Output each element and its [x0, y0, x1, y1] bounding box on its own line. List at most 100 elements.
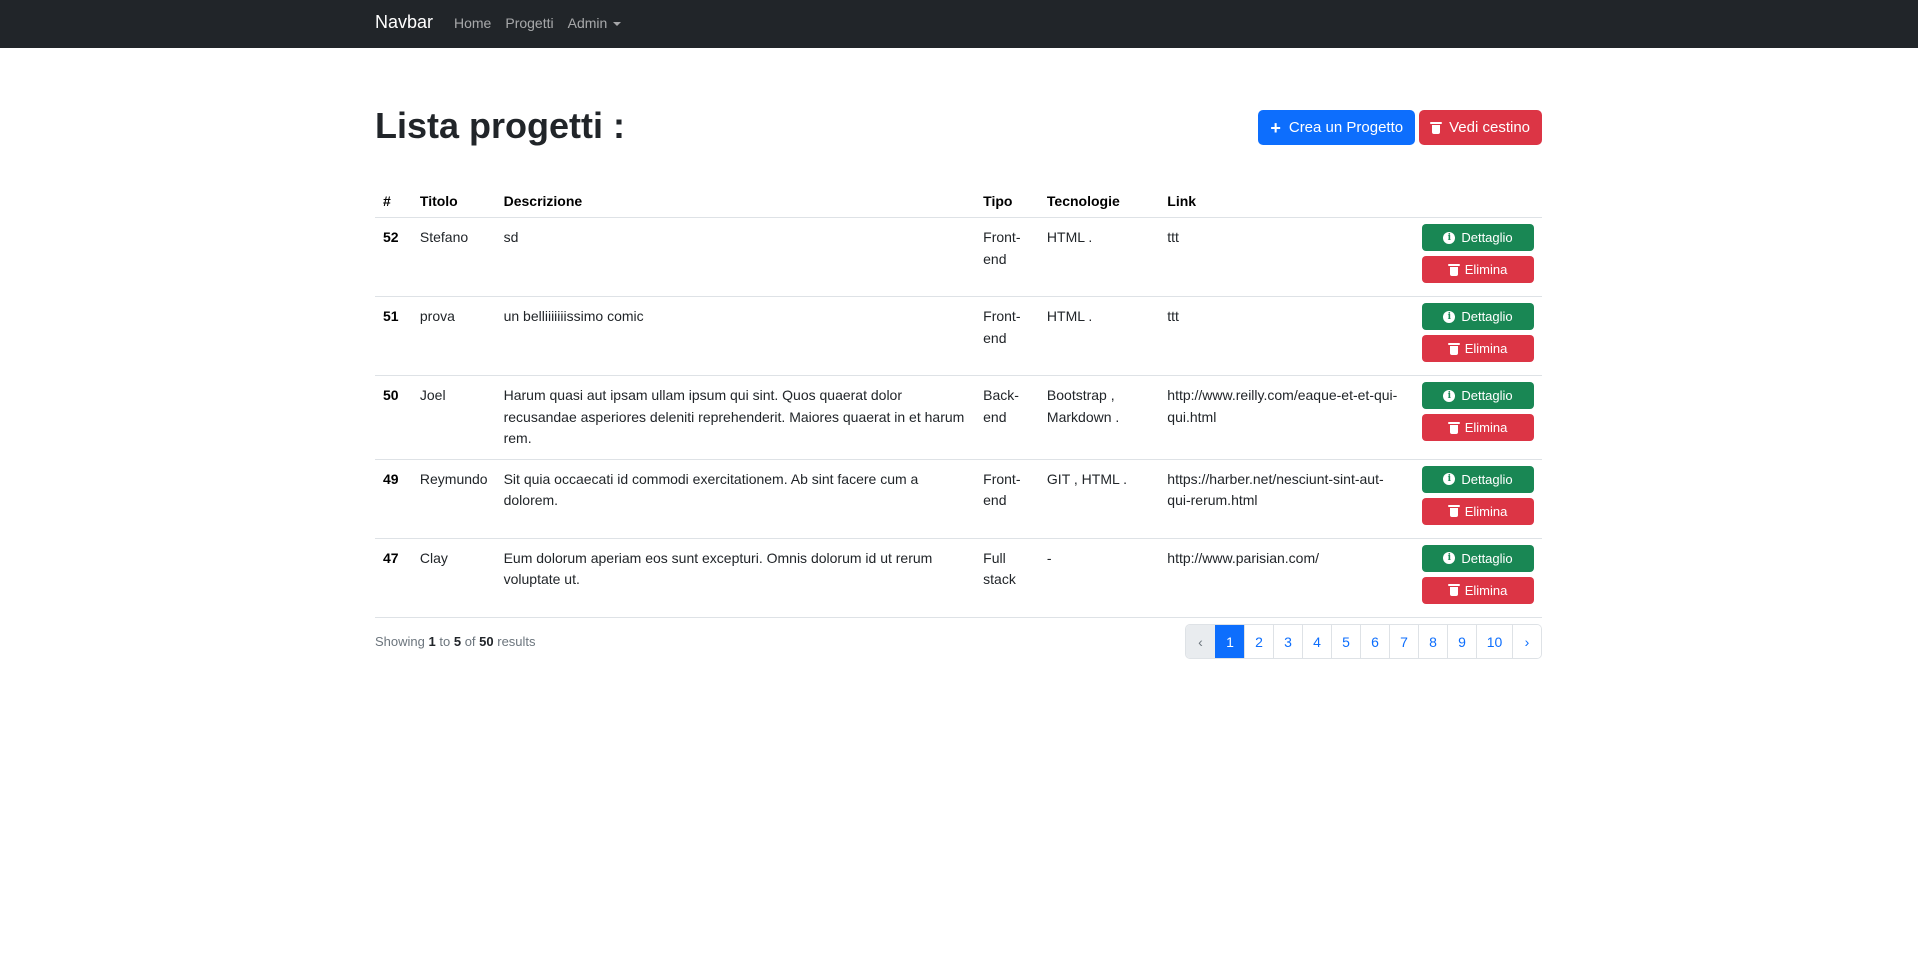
cell-actions: i Dettaglio Elimina: [1414, 296, 1542, 376]
cell-link: ttt: [1159, 217, 1414, 297]
cell-actions: i Dettaglio Elimina: [1414, 459, 1542, 539]
delete-button[interactable]: Elimina: [1422, 414, 1534, 441]
cell-tipo: Front-end: [975, 459, 1039, 539]
create-project-button[interactable]: + Crea un Progetto: [1258, 110, 1416, 145]
detail-label: Dettaglio: [1461, 550, 1513, 566]
pagination-prev[interactable]: ‹: [1186, 625, 1215, 658]
cell-tipo: Front-end: [975, 296, 1039, 376]
results-total: 50: [479, 634, 494, 649]
cell-link: ttt: [1159, 296, 1414, 376]
create-project-label: Crea un Progetto: [1288, 119, 1404, 136]
detail-button[interactable]: i Dettaglio: [1422, 544, 1534, 572]
detail-label: Dettaglio: [1461, 309, 1513, 324]
page-title: Lista progetti :: [375, 105, 625, 146]
pagination-page[interactable]: 9: [1447, 625, 1476, 658]
trash-icon: [1447, 421, 1460, 434]
cell-titolo: Stefano: [411, 217, 496, 297]
cell-actions: i Dettaglio Elimina: [1414, 217, 1542, 297]
cell-titolo: Joel: [411, 375, 496, 460]
pagination-page[interactable]: 10: [1476, 625, 1512, 658]
header-titolo: Titolo: [411, 181, 496, 218]
cell-descrizione: sd: [495, 217, 976, 297]
detail-label: Dettaglio: [1461, 230, 1513, 245]
table-row: 47 Clay Eum dolorum aperiam eos sunt exc…: [375, 538, 1542, 618]
cell-id: 47: [375, 538, 412, 618]
nav-dropdown-admin[interactable]: Admin: [568, 15, 622, 31]
cell-actions: i Dettaglio Elimina: [1414, 538, 1542, 618]
view-trash-button[interactable]: Vedi cestino: [1419, 110, 1542, 145]
delete-button[interactable]: Elimina: [1422, 335, 1534, 362]
pagination-page[interactable]: 7: [1389, 625, 1418, 658]
nav-links: Home Progetti Admin: [454, 15, 622, 31]
navbar-brand[interactable]: Navbar: [375, 12, 433, 33]
cell-tecnologie: HTML .: [1038, 217, 1160, 297]
pagination-page[interactable]: 8: [1418, 625, 1447, 658]
top-actions: + Crea un Progetto Vedi cestino: [1258, 110, 1542, 145]
cell-titolo: prova: [411, 296, 496, 376]
pagination-page[interactable]: 4: [1302, 625, 1331, 658]
header-id: #: [375, 181, 412, 218]
table-row: 51 prova un belliiiiiiissimo comic Front…: [375, 296, 1542, 376]
cell-tecnologie: HTML .: [1038, 296, 1160, 376]
info-circle-icon: i: [1443, 473, 1456, 485]
view-trash-label: Vedi cestino: [1449, 119, 1530, 136]
detail-label: Dettaglio: [1461, 388, 1513, 403]
cell-id: 49: [375, 459, 412, 539]
pagination-page[interactable]: 6: [1360, 625, 1389, 658]
trash-icon: [1430, 121, 1443, 134]
plus-icon: +: [1270, 117, 1281, 138]
pagination: ‹ 1 2 3 4 5 6 7 8 9 10 ›: [1185, 624, 1542, 659]
info-circle-icon: i: [1443, 389, 1456, 402]
trash-icon: [1447, 584, 1460, 596]
cell-id: 51: [375, 296, 412, 376]
nav-link-progetti[interactable]: Progetti: [505, 15, 553, 31]
header-descrizione: Descrizione: [495, 181, 976, 218]
cell-tecnologie: GIT , HTML .: [1038, 459, 1160, 539]
pagination-page[interactable]: 3: [1273, 625, 1302, 658]
header-tipo: Tipo: [975, 181, 1039, 218]
projects-table: # Titolo Descrizione Tipo Tecnologie Lin…: [375, 181, 1542, 618]
cell-tipo: Full stack: [975, 538, 1039, 618]
pagination-next[interactable]: ›: [1512, 625, 1541, 658]
navbar: Navbar Home Progetti Admin: [0, 0, 1918, 48]
cell-id: 52: [375, 217, 412, 297]
cell-titolo: Clay: [411, 538, 496, 618]
table-header-row: # Titolo Descrizione Tipo Tecnologie Lin…: [375, 181, 1542, 218]
cell-descrizione: un belliiiiiiissimo comic: [495, 296, 976, 376]
header-link: Link: [1159, 181, 1414, 218]
results-to: 5: [453, 634, 462, 649]
pagination-page[interactable]: 5: [1331, 625, 1360, 658]
cell-actions: i Dettaglio Elimina: [1414, 375, 1542, 460]
cell-link: https://harber.net/nesciunt-sint-aut-qui…: [1159, 459, 1414, 539]
trash-icon: [1447, 505, 1460, 517]
pagination-page[interactable]: 2: [1244, 625, 1273, 658]
cell-descrizione: Eum dolorum aperiam eos sunt excepturi. …: [495, 538, 976, 618]
table-row: 50 Joel Harum quasi aut ipsam ullam ipsu…: [375, 375, 1542, 460]
results-of-word: of: [464, 634, 476, 649]
cell-link: http://www.parisian.com/: [1159, 538, 1414, 618]
trash-icon: [1447, 263, 1460, 276]
detail-button[interactable]: i Dettaglio: [1422, 224, 1534, 251]
delete-button[interactable]: Elimina: [1422, 256, 1534, 283]
delete-button[interactable]: Elimina: [1422, 576, 1534, 604]
cell-tecnologie: -: [1038, 538, 1160, 618]
delete-label: Elimina: [1464, 341, 1508, 356]
cell-descrizione: Sit quia occaecati id commodi exercitati…: [495, 459, 976, 539]
results-to-word: to: [439, 634, 451, 649]
detail-button[interactable]: i Dettaglio: [1422, 465, 1534, 493]
table-row: 52 Stefano sd Front-end HTML . ttt i Dett…: [375, 217, 1542, 297]
cell-tipo: Front-end: [975, 217, 1039, 297]
header-tecnologie: Tecnologie: [1038, 181, 1160, 218]
info-circle-icon: i: [1443, 552, 1456, 564]
detail-button[interactable]: i Dettaglio: [1422, 382, 1534, 409]
delete-button[interactable]: Elimina: [1422, 497, 1534, 525]
results-showing: Showing: [375, 634, 425, 649]
cell-descrizione: Harum quasi aut ipsam ullam ipsum qui si…: [495, 375, 976, 460]
header-actions: [1414, 181, 1542, 218]
nav-link-home[interactable]: Home: [454, 15, 491, 31]
pagination-page[interactable]: 1: [1215, 625, 1244, 658]
nav-dropdown-admin-label: Admin: [567, 15, 608, 31]
results-from: 1: [428, 634, 436, 649]
cell-id: 50: [375, 375, 412, 460]
detail-button[interactable]: i Dettaglio: [1422, 303, 1534, 330]
